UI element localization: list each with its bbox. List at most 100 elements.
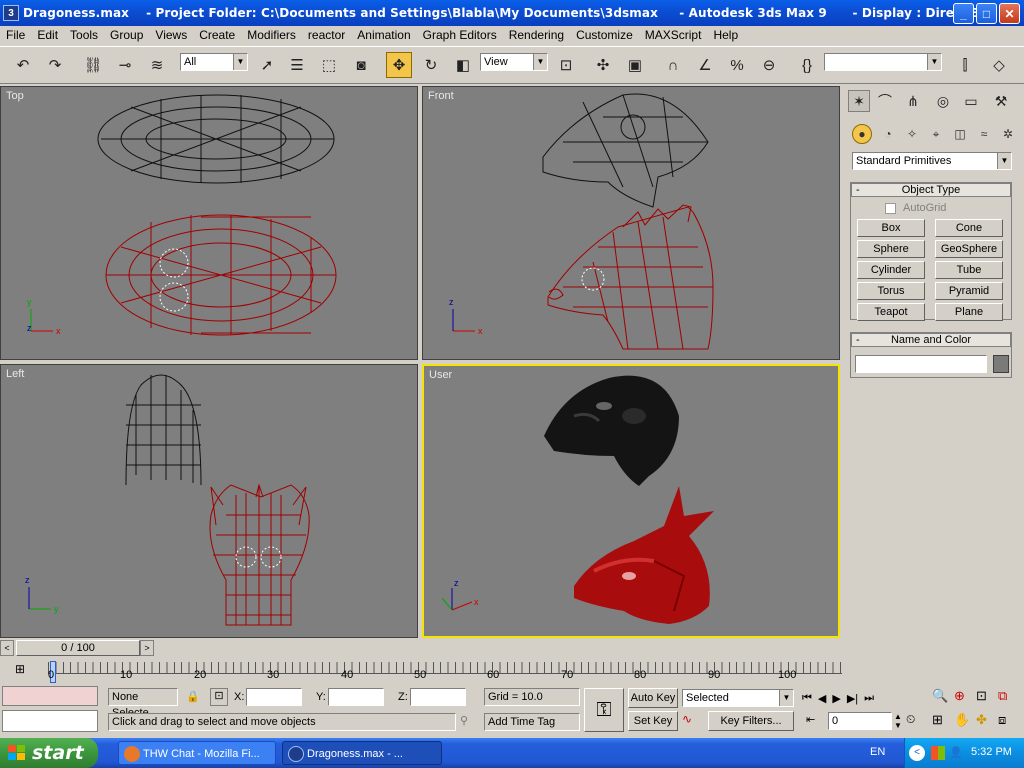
menu-group[interactable]: Group xyxy=(104,28,149,42)
user-icon[interactable]: 👤 xyxy=(949,746,963,760)
select-and-rotate-icon[interactable]: ↻ xyxy=(418,52,444,78)
time-slider[interactable]: < 0 / 100 > xyxy=(0,640,842,656)
maximize-button[interactable]: □ xyxy=(976,3,997,24)
motion-tab-icon[interactable]: ◎ xyxy=(932,90,954,112)
menu-create[interactable]: Create xyxy=(193,28,241,42)
menu-customize[interactable]: Customize xyxy=(570,28,639,42)
systems-icon[interactable]: ✲ xyxy=(998,124,1018,144)
chevron-left-icon[interactable]: < xyxy=(0,640,14,656)
close-button[interactable]: ✕ xyxy=(999,3,1020,24)
absolute-mode-icon[interactable]: ⊡ xyxy=(210,688,228,706)
current-frame-input[interactable]: 0 xyxy=(828,712,892,730)
reference-coordinate-dropdown[interactable]: View ▼ xyxy=(480,53,548,71)
taskbar-item-firefox[interactable]: THW Chat - Mozilla Fi... xyxy=(118,741,276,765)
display-tab-icon[interactable]: ▭ xyxy=(960,90,982,112)
maxscript-listener-mini[interactable] xyxy=(2,686,98,706)
menu-tools[interactable]: Tools xyxy=(64,28,104,42)
sphere-button[interactable]: Sphere xyxy=(857,240,925,258)
geometry-icon[interactable]: ● xyxy=(852,124,872,144)
zoom-icon[interactable]: 🔍 xyxy=(932,688,952,708)
play-icon[interactable]: ▶︎ xyxy=(832,692,840,705)
go-to-start-icon[interactable]: ⏮ xyxy=(802,692,812,705)
zoom-extents-icon[interactable]: ⊡ xyxy=(976,688,996,708)
undo-icon[interactable]: ↶ xyxy=(10,52,36,78)
menu-file[interactable]: File xyxy=(0,28,31,42)
chevron-right-icon[interactable]: > xyxy=(140,640,154,656)
shapes-icon[interactable]: ◔ xyxy=(878,124,898,144)
named-selection-set-dropdown[interactable]: ▼ xyxy=(824,53,942,71)
curve-editor-icon[interactable]: ⊞ xyxy=(10,662,30,680)
bind-space-warp-icon[interactable]: ≋ xyxy=(144,52,170,78)
time-configuration-icon[interactable]: ⏲ xyxy=(906,712,924,730)
set-key-button[interactable]: Set Key xyxy=(628,711,678,731)
select-and-scale-icon[interactable]: ◧ xyxy=(450,52,476,78)
select-and-link-icon[interactable]: ⛓ xyxy=(80,52,106,78)
default-in-out-tangent-icon[interactable]: ∿ xyxy=(682,712,702,730)
hierarchy-tab-icon[interactable]: ⋔ xyxy=(902,90,924,112)
chevron-left-icon[interactable]: < xyxy=(909,745,925,761)
go-to-end-icon[interactable]: ⏭ xyxy=(864,692,874,705)
title-bar[interactable]: 3 Dragoness.max - Project Folder: C:\Doc… xyxy=(0,0,1024,26)
maxscript-output-mini[interactable] xyxy=(2,710,98,732)
set-key-icon[interactable]: ⚿ xyxy=(584,688,624,732)
viewport-left[interactable]: Left y z xyxy=(0,364,418,638)
cameras-icon[interactable]: ⌖ xyxy=(926,124,946,144)
y-coordinate-input[interactable] xyxy=(328,688,384,706)
3dsmax-app-icon[interactable]: 3 xyxy=(3,5,19,21)
space-warps-icon[interactable]: ≈ xyxy=(974,124,994,144)
menu-modifiers[interactable]: Modifiers xyxy=(241,28,302,42)
lock-icon[interactable]: 🔒 xyxy=(186,690,200,704)
teapot-button[interactable]: Teapot xyxy=(857,303,925,321)
select-and-manipulate-icon[interactable]: ✣ xyxy=(590,52,616,78)
add-time-tag-button[interactable]: Add Time Tag xyxy=(484,713,580,731)
language-indicator[interactable]: EN xyxy=(870,746,885,758)
cone-button[interactable]: Cone xyxy=(935,219,1003,237)
menu-graph-editors[interactable]: Graph Editors xyxy=(417,28,503,42)
viewport-user[interactable]: User x z xyxy=(422,364,840,638)
object-category-dropdown[interactable]: Standard Primitives ▼ xyxy=(852,152,1012,170)
viewport-front[interactable]: Front x z xyxy=(422,86,840,360)
unlink-icon[interactable]: ⊸ xyxy=(112,52,138,78)
frame-counter[interactable]: 0 / 100 xyxy=(16,640,140,656)
modify-tab-icon[interactable]: ⌒ xyxy=(874,90,896,112)
viewport-top[interactable]: Top x y z xyxy=(0,86,418,360)
minimize-button[interactable]: _ xyxy=(953,3,974,24)
previous-frame-icon[interactable]: ◀︎ xyxy=(818,692,826,705)
create-tab-icon[interactable]: ✶ xyxy=(848,90,870,112)
geosphere-button[interactable]: GeoSphere xyxy=(935,240,1003,258)
object-color-swatch[interactable] xyxy=(993,355,1009,373)
start-button[interactable]: start xyxy=(0,738,98,768)
menu-reactor[interactable]: reactor xyxy=(302,28,351,42)
time-tag-icon[interactable]: ⚲ xyxy=(460,714,478,732)
rectangular-selection-icon[interactable]: ⬚ xyxy=(316,52,342,78)
box-button[interactable]: Box xyxy=(857,219,925,237)
pyramid-button[interactable]: Pyramid xyxy=(935,282,1003,300)
select-by-name-icon[interactable]: ☰ xyxy=(284,52,310,78)
key-mode-toggle-icon[interactable]: ⇤ xyxy=(806,713,824,731)
frame-spinner-icon[interactable]: ▲ ▼ xyxy=(894,712,904,730)
torus-button[interactable]: Torus xyxy=(857,282,925,300)
select-and-move-icon[interactable]: ✥ xyxy=(386,52,412,78)
window-crossing-icon[interactable]: ◙ xyxy=(348,52,374,78)
align-icon[interactable]: ◇ xyxy=(986,52,1012,78)
menu-views[interactable]: Views xyxy=(149,28,193,42)
object-name-input[interactable] xyxy=(855,355,987,373)
snaps-toggle-icon[interactable]: ∩ xyxy=(660,52,686,78)
arc-rotate-icon[interactable]: ✤ xyxy=(976,712,996,732)
helpers-icon[interactable]: ◫ xyxy=(950,124,970,144)
track-bar[interactable]: ⊞ 0 10 20 30 40 50 60 70 80 90 100 xyxy=(0,660,842,684)
zoom-extents-all-icon[interactable]: ⧉ xyxy=(998,688,1018,708)
edit-named-selection-icon[interactable]: {} xyxy=(794,52,820,78)
menu-rendering[interactable]: Rendering xyxy=(503,28,570,42)
plane-button[interactable]: Plane xyxy=(935,303,1003,321)
cylinder-button[interactable]: Cylinder xyxy=(857,261,925,279)
percent-snap-icon[interactable]: % xyxy=(724,52,750,78)
pan-icon[interactable]: ✋ xyxy=(954,712,974,732)
menu-help[interactable]: Help xyxy=(707,28,744,42)
auto-key-button[interactable]: Auto Key xyxy=(628,688,678,708)
angle-snap-icon[interactable]: ∠ xyxy=(692,52,718,78)
maximize-viewport-icon[interactable]: ⧈ xyxy=(998,712,1018,732)
keyboard-shortcut-override-icon[interactable]: ▣ xyxy=(622,52,648,78)
taskbar-item-3dsmax[interactable]: Dragoness.max - ... xyxy=(282,741,442,765)
selection-filter-dropdown[interactable]: All ▼ xyxy=(180,53,248,71)
